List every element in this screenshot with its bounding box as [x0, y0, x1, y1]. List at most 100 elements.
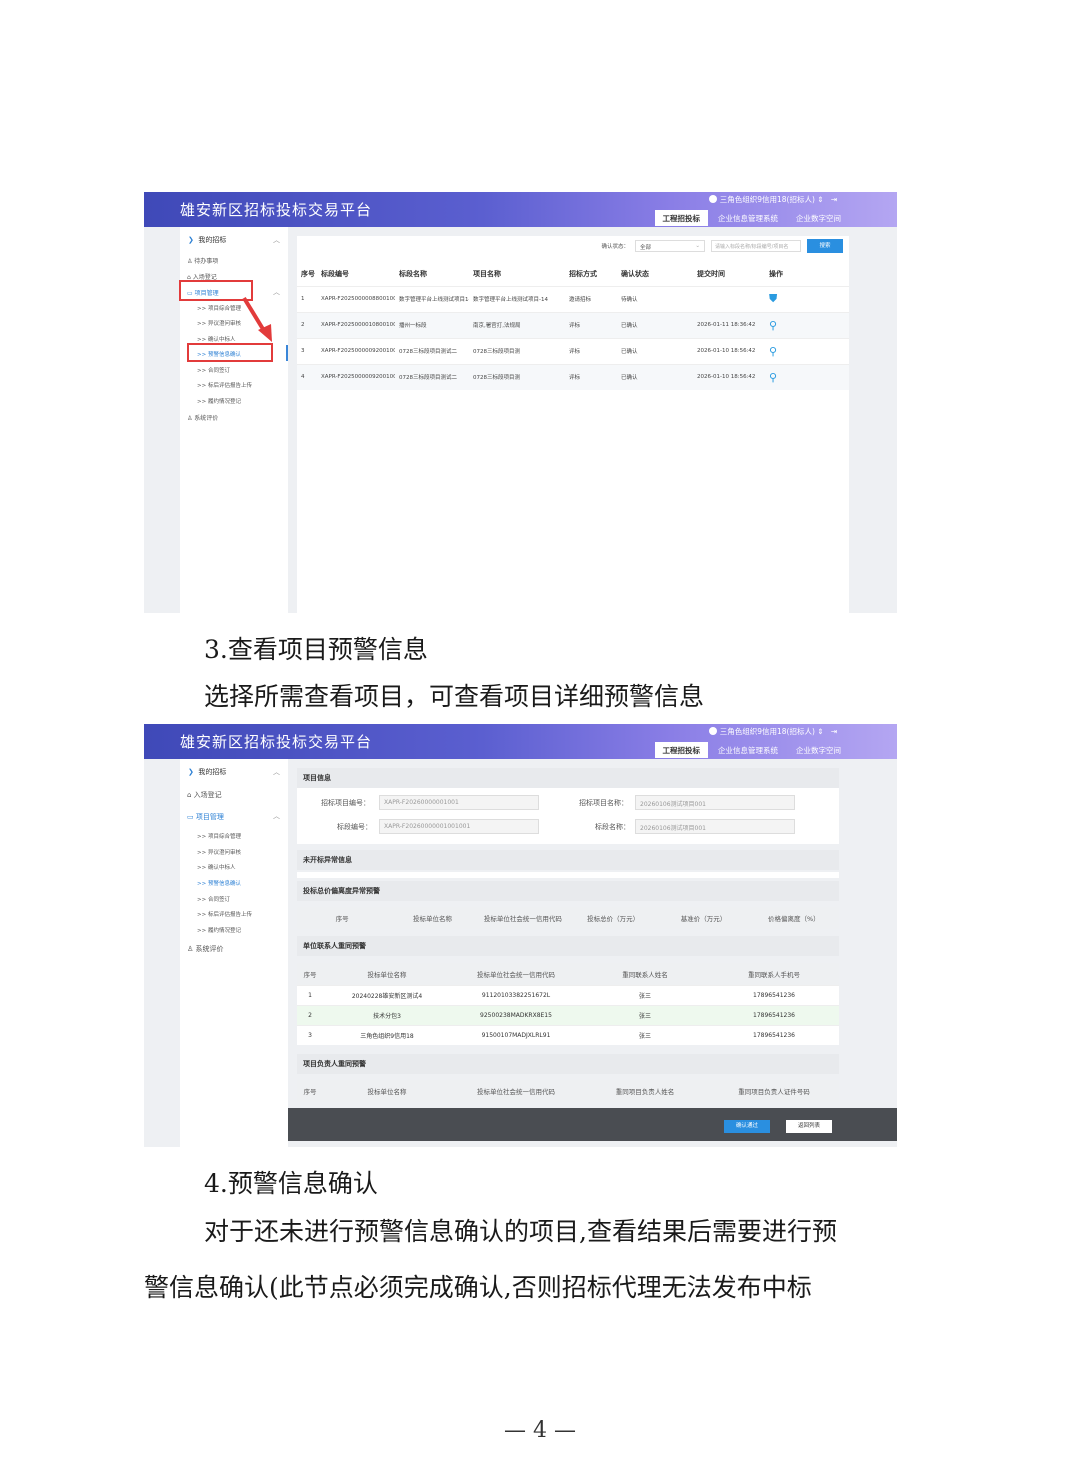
- sidebar-item-register[interactable]: ⌂ 入场登记: [187, 790, 222, 800]
- red-arrow-icon: [242, 296, 272, 342]
- col-header: 序号: [297, 907, 388, 929]
- col-header: 重同项目负责人证件号码: [709, 1080, 839, 1102]
- cell: 2: [297, 1004, 323, 1025]
- sidebar-sub-label: 项目综合管理: [207, 834, 241, 840]
- platform-header: 雄安新区招标投标交易平台 三角色组织9信用18(招标人) ⇕ ⇥ 工程招投标 企…: [144, 192, 897, 227]
- screenshot-warning-detail: 雄安新区招标投标交易平台 三角色组织9信用18(招标人) ⇕ ⇥ 工程招投标 企…: [144, 724, 897, 1147]
- confirm-button[interactable]: 确认通过: [724, 1120, 770, 1133]
- sidebar-sub-label: 合同签订: [207, 368, 230, 374]
- cell: XAPR-F20250000092001002: [317, 363, 395, 390]
- empty-content-area: [297, 396, 849, 613]
- logout-icon[interactable]: ⇥: [831, 727, 837, 736]
- price-table: 序号 投标单位名称 投标单位社会统一信用代码 投标总价（万元） 基准价（万元） …: [297, 907, 839, 929]
- sidebar-group-my-bids[interactable]: ❯ 我的招标: [188, 235, 226, 245]
- sidebar-sub-objection[interactable]: >> 异议澄问审核: [197, 319, 241, 327]
- status-select-value: 全部: [640, 245, 652, 251]
- cell: 2026-01-10 18:56:42: [693, 337, 765, 364]
- sec-no-label: 标段编号：: [337, 823, 372, 831]
- user-name: 三角色组织9信用18(招标人): [719, 195, 815, 204]
- chevron-up-icon: ︿: [273, 768, 280, 776]
- cell: 张三: [581, 984, 709, 1005]
- logout-icon[interactable]: ⇥: [831, 195, 837, 204]
- sidebar-sub-overall[interactable]: >> 项目综合管理: [197, 304, 241, 312]
- cell: 3: [297, 337, 317, 364]
- col-header: 投标总价（万元）: [567, 907, 659, 929]
- section4-line2: 警信息确认(此节点必须完成确认,否则招标代理无法发布中标: [144, 1273, 812, 1302]
- table-row[interactable]: 3 XAPR-F20250000092001002 0728三标段项目测试二 0728…: [297, 337, 849, 364]
- proj-no-label: 招标项目编号：: [321, 799, 370, 807]
- highlight-box-warning-confirm: [187, 343, 273, 362]
- sidebar-sub-winner[interactable]: >> 确认中标人: [197, 863, 235, 871]
- sidebar-sub-warning[interactable]: >> 预警信息确认: [197, 879, 241, 887]
- sidebar-sub-overall[interactable]: >> 项目综合管理: [197, 832, 241, 840]
- sidebar-sub-label: 标后评估报告上传: [207, 383, 252, 389]
- sidebar-item-todo[interactable]: ♙ 待办事项: [187, 256, 218, 265]
- sidebar-sub-report[interactable]: >> 标后评估报告上传: [197, 381, 252, 389]
- cell: 已确认: [617, 337, 693, 364]
- search-icon[interactable]: ⚲: [769, 319, 777, 332]
- user-menu[interactable]: 三角色组织9信用18(招标人) ⇕ ⇥: [708, 726, 837, 737]
- tab-digital-space[interactable]: 企业数字空间: [788, 742, 849, 758]
- tab-engineering[interactable]: 工程招投标: [654, 210, 708, 226]
- sidebar-sub-winner[interactable]: >> 确认中标人: [197, 335, 235, 343]
- col-header: 投标单位社会统一信用代码: [477, 907, 568, 929]
- cell: 3: [297, 1024, 323, 1045]
- shield-icon[interactable]: ⛊: [769, 292, 777, 305]
- table-row[interactable]: 2 XAPR-F20250000108001001 播州一标段 南京,署官打,法规局评…: [297, 311, 849, 338]
- table-row[interactable]: 4 XAPR-F20250000092001002 0728三标段项目测试二 0728…: [297, 363, 849, 390]
- status-select[interactable]: 全部 ⌄: [635, 240, 705, 252]
- cell: 17896541236: [709, 1024, 839, 1045]
- sidebar-sub-label: 项目综合管理: [207, 306, 241, 312]
- user-name: 三角色组织9信用18(招标人): [719, 727, 815, 736]
- col-header: 提交时间: [697, 269, 725, 278]
- col-header: 投标单位社会统一信用代码: [451, 963, 581, 985]
- sidebar-sub-label: 异议澄问审核: [207, 850, 241, 856]
- search-icon[interactable]: ⚲: [769, 371, 777, 384]
- sidebar-sub-performance[interactable]: >> 履约情况登记: [197, 926, 241, 934]
- sidebar-item-label: 系统评价: [195, 945, 224, 953]
- sidebar-item-label: 系统评价: [194, 415, 219, 422]
- sidebar-sub-performance[interactable]: >> 履约情况登记: [197, 397, 241, 405]
- sidebar-sub-report[interactable]: >> 标后评估报告上传: [197, 910, 252, 918]
- sidebar-group-label: 我的招标: [198, 236, 227, 244]
- user-menu[interactable]: 三角色组织9信用18(招标人) ⇕ ⇥: [708, 194, 837, 205]
- sidebar-sub-contract[interactable]: >> 合同签订: [197, 366, 230, 374]
- section4-line1: 对于还未进行预警信息确认的项目,查看结果后需要进行预: [204, 1217, 837, 1246]
- cell: 三角色组织9信用18: [323, 1024, 451, 1045]
- cell: 1: [297, 984, 323, 1005]
- sidebar-group-my-bids[interactable]: ❯ 我的招标: [188, 767, 226, 777]
- chevron-up-icon: ︿: [273, 812, 280, 820]
- tab-engineering[interactable]: 工程招投标: [654, 742, 708, 758]
- platform-title: 雄安新区招标投标交易平台: [180, 733, 373, 751]
- section3-text: 选择所需查看项目，可查看项目详细预警信息: [204, 682, 705, 711]
- sidebar-item-evaluation[interactable]: ♙ 系统评价: [187, 944, 224, 954]
- sidebar-item-project-mgmt[interactable]: ▭ 项目管理: [187, 812, 224, 822]
- section3-heading: 3.查看项目预警信息: [204, 635, 428, 664]
- search-input[interactable]: 请输入标段名称/标段编号/项目名: [711, 240, 801, 252]
- section-price-deviation: 投标总价偏离度异常预警: [297, 881, 839, 901]
- col-header: 重同联系人手机号: [709, 963, 839, 985]
- cell: 91120103382251672L: [451, 984, 581, 1005]
- tab-enterprise-info[interactable]: 企业信息管理系统: [710, 210, 786, 226]
- tab-digital-space[interactable]: 企业数字空间: [788, 210, 849, 226]
- table-row[interactable]: 1 XAPR-F20250000088001001 数字管理平台上线测试项目14 数字…: [297, 285, 849, 312]
- sidebar-item-evaluation[interactable]: ♙ 系统评价: [187, 413, 218, 422]
- search-icon[interactable]: ⚲: [769, 345, 777, 358]
- cell: 评标: [565, 363, 617, 390]
- cell: XAPR-F20250000108001001: [317, 311, 395, 338]
- cell: 张三: [581, 1004, 709, 1025]
- chevron-down-icon: ⌄: [695, 243, 700, 249]
- search-button[interactable]: 搜索: [807, 239, 843, 253]
- sidebar-sub-contract[interactable]: >> 合同签订: [197, 895, 230, 903]
- back-button[interactable]: 返回列表: [786, 1120, 832, 1133]
- platform-title: 雄安新区招标投标交易平台: [180, 201, 373, 219]
- sec-no-field: XAPR-F20260000001001001: [379, 819, 539, 834]
- contact-table: 序号 投标单位名称 投标单位社会统一信用代码 重同联系人姓名 重同联系人手机号 …: [297, 963, 839, 1045]
- sidebar-sub-objection[interactable]: >> 异议澄问审核: [197, 848, 241, 856]
- cell: 播州一标段: [395, 311, 469, 338]
- cell: 2: [297, 311, 317, 338]
- cell: 已确认: [617, 311, 693, 338]
- col-header: 标段名称: [399, 269, 427, 278]
- col-header: 投标单位名称: [387, 907, 478, 929]
- tab-enterprise-info[interactable]: 企业信息管理系统: [710, 742, 786, 758]
